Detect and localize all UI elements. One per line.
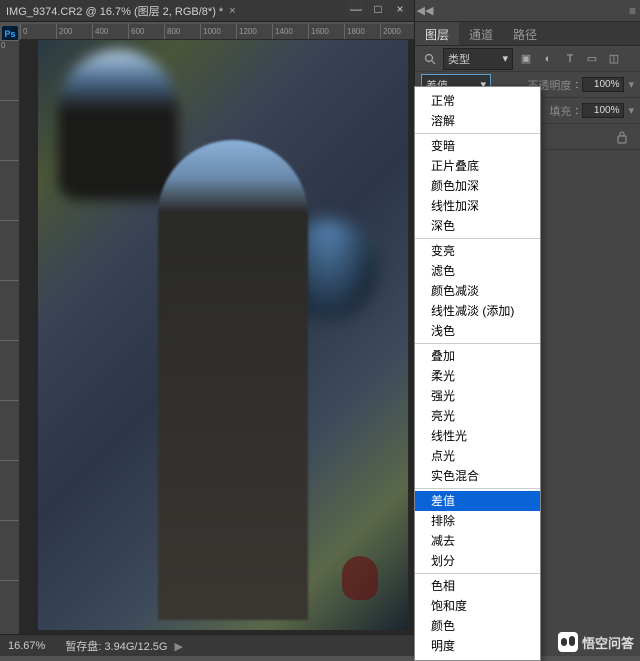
ruler-tick	[0, 460, 19, 520]
ruler-tick	[0, 520, 19, 580]
scratch-disk-info[interactable]: 暂存盘: 3.94G/12.5G ▶	[65, 638, 183, 654]
ruler-tick	[0, 340, 19, 400]
blend-mode-option[interactable]: 叠加	[415, 346, 540, 366]
filter-adjust-icon[interactable]: ◐	[539, 50, 557, 68]
tab-layers[interactable]: 图层	[415, 22, 459, 45]
blend-mode-option[interactable]: 颜色	[415, 616, 540, 636]
blend-mode-option[interactable]: 强光	[415, 386, 540, 406]
tab-channels[interactable]: 通道	[459, 22, 503, 45]
ruler-tick: 0	[0, 40, 19, 100]
ruler-tick: 800	[164, 24, 200, 39]
canvas[interactable]	[20, 40, 414, 634]
ruler-tick: 1600	[308, 24, 344, 39]
blend-mode-option[interactable]: 正常	[415, 91, 540, 111]
blend-mode-option[interactable]: 变亮	[415, 241, 540, 261]
ruler-tick	[0, 400, 19, 460]
ruler-vertical[interactable]: 0	[0, 40, 20, 634]
blend-mode-option[interactable]: 浅色	[415, 321, 540, 341]
blend-mode-option[interactable]: 正片叠底	[415, 156, 540, 176]
filter-smart-icon[interactable]: ◫	[605, 50, 623, 68]
ruler-tick: 0	[20, 24, 56, 39]
tab-paths[interactable]: 路径	[503, 22, 547, 45]
ruler-tick: 1800	[344, 24, 380, 39]
blend-mode-option[interactable]: 排除	[415, 511, 540, 531]
blend-mode-option[interactable]: 线性光	[415, 426, 540, 446]
seal-stamp	[342, 556, 378, 600]
maximize-button[interactable]: □	[368, 0, 388, 18]
blend-mode-option[interactable]: 滤色	[415, 261, 540, 281]
ruler-tick: 600	[128, 24, 164, 39]
chevron-right-icon: ▶	[175, 641, 183, 653]
ruler-tick: 1000	[200, 24, 236, 39]
blend-mode-option[interactable]: 溶解	[415, 111, 540, 131]
blend-mode-option[interactable]: 柔光	[415, 366, 540, 386]
filter-type-dropdown[interactable]: 类型▾	[443, 48, 513, 70]
blend-mode-option[interactable]: 线性加深	[415, 196, 540, 216]
blend-mode-option[interactable]: 深色	[415, 216, 540, 236]
ruler-tick: 1200	[236, 24, 272, 39]
blend-mode-option[interactable]: 变暗	[415, 136, 540, 156]
chevron-down-icon: ▾	[502, 52, 508, 65]
blend-mode-list: 正常溶解变暗正片叠底颜色加深线性加深深色变亮滤色颜色减淡线性减淡 (添加)浅色叠…	[414, 86, 541, 661]
ruler-horizontal[interactable]: 0200400600800100012001400160018002000220…	[20, 24, 414, 40]
ruler-tick	[0, 220, 19, 280]
ruler-tick: 2000	[380, 24, 414, 39]
zoom-level[interactable]: 16.67%	[8, 640, 45, 652]
image-content	[38, 40, 408, 630]
watermark-text: 悟空问答	[582, 633, 634, 652]
opacity-input[interactable]: 100%	[582, 77, 624, 92]
ruler-tick	[0, 100, 19, 160]
blend-mode-option[interactable]: 颜色加深	[415, 176, 540, 196]
status-bar: 16.67% 暂存盘: 3.94G/12.5G ▶	[0, 634, 414, 656]
filter-shape-icon[interactable]: ▭	[583, 50, 601, 68]
watermark: 悟空问答	[558, 632, 634, 652]
blend-mode-option[interactable]: 差值	[415, 491, 540, 511]
blend-mode-option[interactable]: 点光	[415, 446, 540, 466]
document-title: IMG_9374.CR2 @ 16.7% (图层 2, RGB/8*) *	[6, 3, 223, 19]
fill-label: 填充	[549, 103, 571, 119]
blend-mode-option[interactable]: 饱和度	[415, 596, 540, 616]
lock-icon[interactable]	[616, 130, 628, 144]
blend-mode-option[interactable]: 色相	[415, 576, 540, 596]
blend-mode-option[interactable]: 颜色减淡	[415, 281, 540, 301]
panel-menu-icon[interactable]: ≡	[629, 4, 636, 18]
blend-mode-option[interactable]: 明度	[415, 636, 540, 656]
collapse-icon[interactable]: ◀◀	[415, 4, 435, 17]
blend-mode-option[interactable]: 亮光	[415, 406, 540, 426]
chevron-down-icon[interactable]: ▾	[628, 78, 634, 91]
ruler-tick: 1400	[272, 24, 308, 39]
blend-mode-option[interactable]: 线性减淡 (添加)	[415, 301, 540, 321]
close-icon[interactable]: ×	[229, 5, 235, 17]
filter-type-icon[interactable]: T	[561, 50, 579, 68]
blend-mode-option[interactable]: 减去	[415, 531, 540, 551]
chevron-down-icon[interactable]: ▾	[628, 104, 634, 117]
minimize-button[interactable]: —	[346, 0, 366, 18]
ruler-tick	[0, 580, 19, 634]
ruler-tick	[0, 160, 19, 220]
blend-mode-option[interactable]: 划分	[415, 551, 540, 571]
blend-mode-option[interactable]: 实色混合	[415, 466, 540, 486]
ruler-tick: 200	[56, 24, 92, 39]
ruler-tick	[0, 280, 19, 340]
watermark-icon	[558, 632, 578, 652]
fill-input[interactable]: 100%	[582, 103, 624, 118]
search-icon[interactable]	[421, 50, 439, 68]
close-button[interactable]: ×	[390, 0, 410, 18]
ruler-tick: 400	[92, 24, 128, 39]
filter-pixel-icon[interactable]: ▣	[517, 50, 535, 68]
panel-tabs: 图层 通道 路径	[415, 22, 640, 46]
